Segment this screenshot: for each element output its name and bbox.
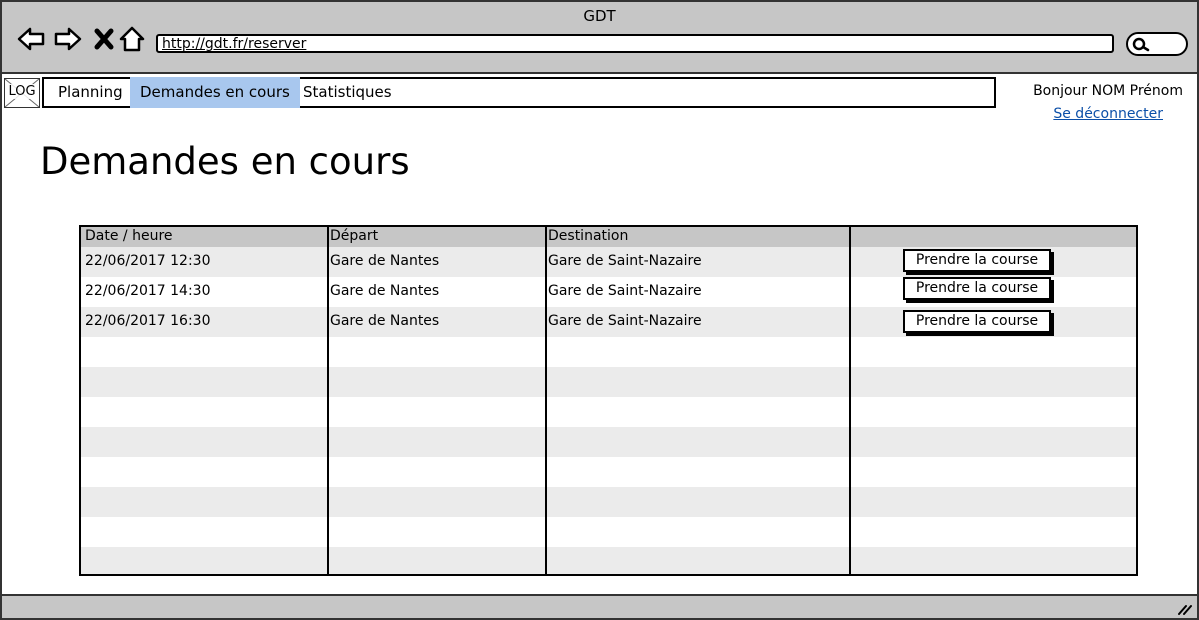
menu-item-planning[interactable]: Planning bbox=[48, 77, 133, 108]
column-header-datetime[interactable]: Date / heure bbox=[85, 228, 173, 244]
cell-depart: Gare de Nantes bbox=[330, 313, 440, 329]
take-ride-button[interactable]: Prendre la course bbox=[903, 249, 1051, 272]
cell-depart: Gare de Nantes bbox=[330, 253, 440, 269]
menu-item-statistiques[interactable]: Statistiques bbox=[293, 77, 402, 108]
cell-depart: Gare de Nantes bbox=[330, 283, 440, 299]
table-header: Date / heure Départ Destination bbox=[81, 227, 1136, 247]
window-title: GDT bbox=[583, 7, 616, 25]
table-row-empty bbox=[81, 547, 1136, 574]
close-icon[interactable] bbox=[89, 24, 119, 54]
back-icon[interactable] bbox=[16, 24, 46, 54]
main-menu: Planning Demandes en cours Statistiques bbox=[42, 77, 996, 108]
requests-table: Date / heure Départ Destination 22/06/20… bbox=[79, 225, 1138, 576]
cell-datetime: 22/06/2017 16:30 bbox=[85, 313, 211, 329]
table-row-empty bbox=[81, 337, 1136, 367]
column-divider bbox=[849, 227, 851, 574]
cell-destination: Gare de Saint-Nazaire bbox=[548, 313, 702, 329]
browser-window: GDT http://gdt.fr/reserver LOG Planning bbox=[0, 0, 1199, 620]
status-bar bbox=[2, 594, 1197, 618]
table-row-empty bbox=[81, 367, 1136, 397]
column-header-depart[interactable]: Départ bbox=[330, 228, 378, 244]
user-greeting: Bonjour NOM Prénom bbox=[1033, 83, 1183, 99]
logo: LOG bbox=[4, 78, 40, 108]
take-ride-button[interactable]: Prendre la course bbox=[903, 310, 1051, 333]
cell-datetime: 22/06/2017 14:30 bbox=[85, 283, 211, 299]
cell-destination: Gare de Saint-Nazaire bbox=[548, 253, 702, 269]
address-bar[interactable]: http://gdt.fr/reserver bbox=[156, 34, 1114, 53]
table-row-empty bbox=[81, 427, 1136, 457]
table-row-empty bbox=[81, 517, 1136, 547]
search-input[interactable] bbox=[1126, 32, 1188, 56]
resize-grip-icon[interactable] bbox=[1177, 603, 1193, 615]
table-row-empty bbox=[81, 397, 1136, 427]
logout-link[interactable]: Se déconnecter bbox=[1053, 106, 1163, 122]
table-row-empty bbox=[81, 487, 1136, 517]
logo-text: LOG bbox=[5, 84, 39, 99]
menu-item-demandes-en-cours[interactable]: Demandes en cours bbox=[130, 77, 300, 108]
column-header-destination[interactable]: Destination bbox=[548, 228, 628, 244]
column-divider bbox=[545, 227, 547, 574]
table-row-empty bbox=[81, 457, 1136, 487]
browser-chrome: GDT http://gdt.fr/reserver bbox=[2, 2, 1197, 74]
home-icon[interactable] bbox=[117, 24, 147, 54]
cell-datetime: 22/06/2017 12:30 bbox=[85, 253, 211, 269]
take-ride-button[interactable]: Prendre la course bbox=[903, 277, 1051, 300]
url-text: http://gdt.fr/reserver bbox=[162, 36, 307, 52]
search-icon bbox=[1132, 37, 1150, 52]
forward-icon[interactable] bbox=[53, 24, 83, 54]
cell-destination: Gare de Saint-Nazaire bbox=[548, 283, 702, 299]
column-divider bbox=[327, 227, 329, 574]
page-title: Demandes en cours bbox=[40, 140, 410, 183]
